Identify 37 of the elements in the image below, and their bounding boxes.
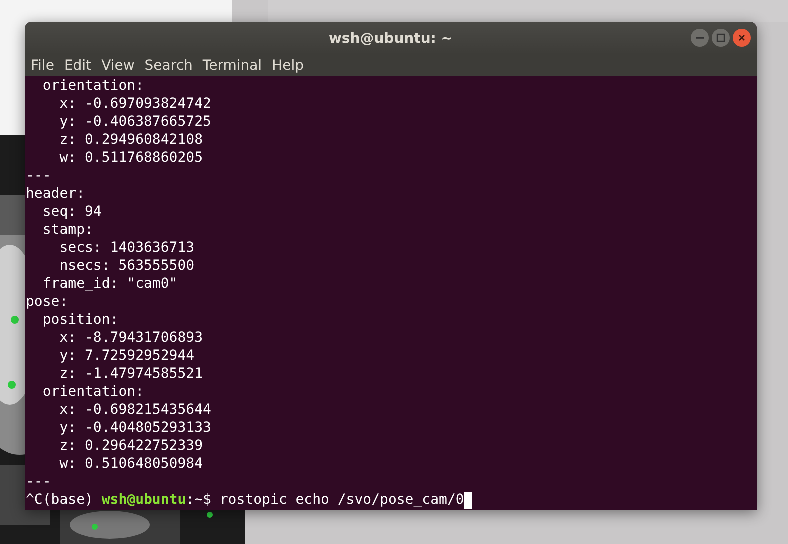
menu-item[interactable]: Search — [144, 58, 194, 74]
text-cursor — [464, 492, 472, 508]
terminal-line: y: 7.72592952944 — [58, 347, 195, 365]
menu-item[interactable]: Edit — [63, 58, 93, 74]
terminal-line: --- — [26, 167, 52, 185]
terminal-line: header: — [26, 185, 86, 203]
terminal-line: x: -0.698215435644 — [58, 401, 212, 419]
terminal-line: orientation: — [42, 383, 144, 401]
menu-item[interactable]: Help — [271, 58, 305, 74]
terminal-line: w: 0.510648050984 — [58, 455, 204, 473]
terminal-line: stamp: — [42, 221, 94, 239]
maximize-button[interactable] — [712, 29, 730, 47]
terminal-line: --- — [26, 473, 52, 491]
terminal-line: y: -0.404805293133 — [58, 419, 212, 437]
terminal-line: z: 0.294960842108 — [58, 131, 204, 149]
window-title: wsh@ubuntu: ~ — [328, 30, 454, 46]
terminal-line: frame_id: "cam0" — [42, 275, 178, 293]
terminal-line: position: — [42, 311, 119, 329]
menu-item[interactable]: File — [30, 58, 56, 74]
close-button[interactable] — [733, 29, 751, 47]
menu-item[interactable]: View — [100, 58, 136, 74]
terminal-line: pose: — [26, 293, 68, 311]
close-icon — [737, 33, 747, 43]
terminal-line: x: -0.697093824742 — [58, 95, 212, 113]
terminal-line: w: 0.511768860205 — [58, 149, 204, 167]
terminal-line: z: 0.296422752339 — [58, 437, 204, 455]
terminal-line: orientation: — [42, 77, 144, 95]
menu-item[interactable]: Terminal — [202, 58, 264, 74]
terminal-line: z: -1.47974585521 — [58, 365, 204, 383]
maximize-icon — [716, 33, 726, 43]
terminal-line: secs: 1403636713 — [58, 239, 195, 257]
minimize-button[interactable] — [691, 29, 709, 47]
command-prompt: ^C(base) wsh@ubuntu:~$ rostopic echo /svo/pose_cam/0 — [26, 491, 464, 509]
terminal-line: x: -8.79431706893 — [58, 329, 204, 347]
terminal-line: seq: 94 — [42, 203, 102, 221]
terminal-line: y: -0.406387665725 — [58, 113, 212, 131]
terminal-line: nsecs: 563555500 — [58, 257, 195, 275]
